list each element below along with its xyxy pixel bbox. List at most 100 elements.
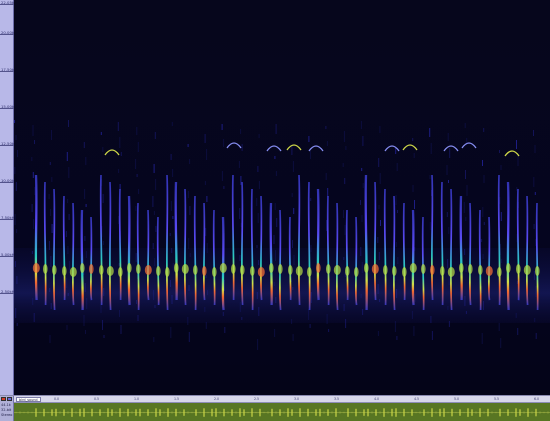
noise-speck [412,138,414,141]
noise-speck [51,224,53,233]
call-energy-blob [269,263,274,273]
bird-call-streak [335,202,339,311]
noise-speck [309,324,311,328]
noise-speck [189,206,191,215]
spectrogram-view[interactable] [14,0,550,395]
noise-speck [464,123,466,128]
bird-call-streak [535,202,539,311]
track-main[interactable]: bird_sound 0.0 0.5 1.0 1.5 2.0 2.5 3.0 3… [14,396,550,421]
noise-speck [51,130,52,140]
noise-speck [152,196,154,207]
call-energy-blob [212,267,217,277]
call-energy-blob [364,263,369,273]
noise-speck [379,126,381,133]
call-energy-blob [468,264,473,274]
bird-call-streak [402,202,406,301]
noise-speck [360,121,362,129]
noise-speck [274,203,276,210]
noise-speck [239,208,241,219]
noise-speck [379,173,381,184]
noise-speck [241,144,243,151]
bird-call-streak [89,216,93,301]
call-energy-blob [288,265,293,275]
noise-speck [448,227,450,234]
track-meta-line: 44.1k [1,403,11,407]
noise-speck [377,331,379,336]
bird-call-streak [80,209,84,311]
bird-call-streak [118,188,122,301]
noise-speck [14,120,15,123]
noise-speck [138,189,140,194]
noise-speck [136,174,138,177]
noise-speck [500,338,502,348]
call-energy-blob [354,267,359,277]
noise-speck [205,322,207,329]
noise-speck [274,156,276,159]
noise-speck [221,171,223,181]
noise-speck [429,128,431,137]
noise-speck [136,127,138,135]
track-control-panel[interactable]: 44.1k 32-bit Stereo [0,396,14,421]
time-label: 5.5 [494,397,500,401]
noise-speck [85,204,87,207]
waveform-track[interactable] [14,403,550,421]
noise-speck [483,222,485,225]
noise-speck [15,135,17,140]
noise-speck [430,143,432,154]
call-energy-blob [506,263,511,273]
bird-call-streak [212,209,216,306]
call-energy-blob [174,263,179,273]
noise-speck [517,328,519,335]
bird-call-streak [52,188,56,311]
noise-speck [500,165,502,170]
waveform-canvas [14,403,550,421]
noise-speck [397,210,398,213]
time-label: 0.0 [54,397,60,401]
noise-speck [204,134,206,143]
noise-speck [533,177,535,187]
noise-speck [431,331,433,340]
noise-speck [293,208,295,214]
noise-speck [481,333,483,344]
noise-speck [327,188,329,197]
bird-call-streak [240,181,244,306]
noise-speck [258,181,260,189]
noise-speck [328,329,330,332]
noise-speck [49,162,51,165]
noise-speck [498,323,500,331]
noise-speck [343,131,345,142]
bird-call-streak [516,188,520,301]
bird-call-streak [146,209,150,301]
bird-call-streak [71,202,75,306]
bird-call-streak [478,209,482,311]
noise-speck [85,330,86,334]
time-label: 1.5 [174,397,180,401]
call-energy-blob [193,265,198,275]
noise-speck [465,170,466,179]
bird-call-streak [392,195,396,311]
spectrogram-window: 22.05kHz 20.00kHz 17.50kHz 15.00kHz 12.5… [0,0,550,421]
time-ruler[interactable]: bird_sound 0.0 0.5 1.0 1.5 2.0 2.5 3.0 3… [14,396,550,403]
spectrogram-canvas [14,0,550,395]
noise-speck [257,166,259,172]
bird-call-streak [411,209,415,306]
time-label: 5.0 [454,397,460,401]
bird-call-streak [430,174,434,301]
bird-call-streak [62,195,66,301]
noise-speck [465,217,467,221]
noise-speck [135,159,137,169]
noise-speck [66,325,68,330]
call-energy-blob [478,265,483,275]
noise-speck [153,211,155,215]
call-energy-blob [99,265,104,275]
call-energy-blob [202,266,207,276]
bird-call-streak [326,195,330,306]
call-energy-blob [447,267,455,277]
noise-speck [188,238,190,249]
noise-speck [500,212,502,221]
noise-speck [482,160,483,166]
noise-speck [482,207,484,217]
noise-speck [466,185,468,196]
noise-speck [361,168,363,171]
noise-speck [516,140,517,149]
